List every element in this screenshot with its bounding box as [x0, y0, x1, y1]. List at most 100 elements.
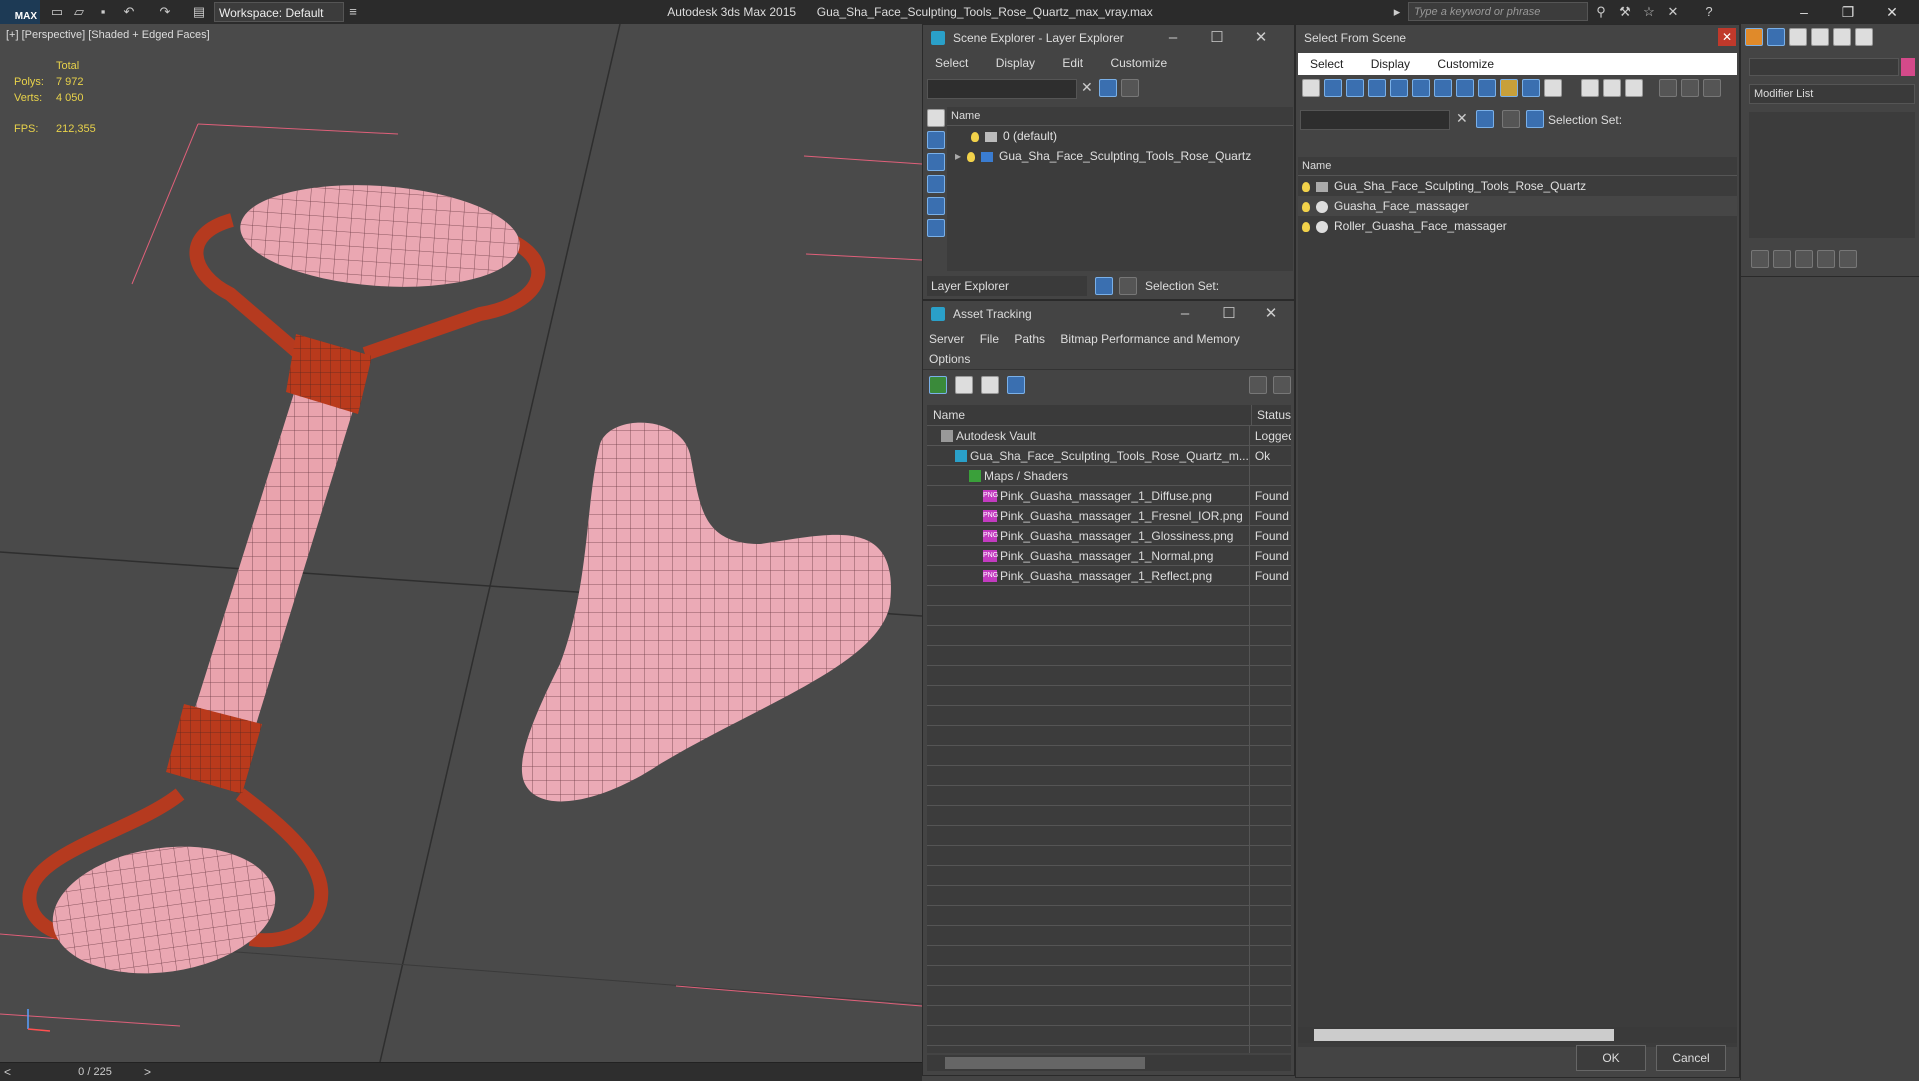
menu-customize[interactable]: Customize: [1110, 56, 1167, 70]
object-list-header[interactable]: Name: [1298, 157, 1737, 176]
asset-hscrollbar[interactable]: [927, 1055, 1291, 1071]
layers-icon[interactable]: [1502, 110, 1520, 128]
ok-button[interactable]: OK: [1576, 1045, 1646, 1071]
menu-bitmap-performance[interactable]: Bitmap Performance and Memory: [1060, 332, 1239, 346]
asset-tracking-maximize-button[interactable]: ☐: [1207, 301, 1251, 327]
modifier-list-dropdown[interactable]: Modifier List: [1749, 84, 1915, 104]
scene-explorer-maximize-button[interactable]: ☐: [1195, 25, 1239, 51]
search-arrow-icon[interactable]: ▸: [1388, 3, 1406, 21]
select-all-icon[interactable]: [1581, 79, 1600, 97]
scene-explorer-search-input[interactable]: [927, 79, 1077, 99]
menu-edit[interactable]: Edit: [1062, 56, 1083, 70]
context-help-icon[interactable]: [1273, 376, 1291, 394]
asset-row[interactable]: PNG Pink_Guasha_massager_1_Fresnel_IOR.pn…: [927, 505, 1291, 526]
lightbulb-icon[interactable]: [1302, 221, 1310, 232]
layer-tool-icon[interactable]: [1121, 79, 1139, 97]
filter-icon[interactable]: [1476, 110, 1494, 128]
table-view-icon[interactable]: [1007, 376, 1025, 394]
asset-row[interactable]: Gua_Sha_Face_Sculpting_Tools_Rose_Quartz…: [927, 445, 1291, 466]
filter-icon[interactable]: [1099, 79, 1117, 97]
show-end-result-icon[interactable]: [1773, 250, 1791, 268]
explorer-type-dropdown[interactable]: Layer Explorer: [927, 276, 1087, 296]
lightbulb-icon[interactable]: [967, 151, 976, 162]
layer-manager-icon[interactable]: [1095, 277, 1113, 295]
timeline-next-button[interactable]: >: [144, 1063, 151, 1081]
lightbulb-icon[interactable]: [1302, 201, 1310, 212]
menu-display[interactable]: Display: [996, 56, 1035, 70]
side-spacewarps-icon[interactable]: [927, 219, 945, 237]
configure-sets-icon[interactable]: [1839, 250, 1857, 268]
undo-icon[interactable]: ↶: [120, 3, 138, 21]
expand-arrow-icon[interactable]: ▸: [955, 149, 961, 163]
project-folder-icon[interactable]: ▤: [190, 3, 208, 21]
asset-row[interactable]: PNG Pink_Guasha_massager_1_Glossiness.png…: [927, 525, 1291, 546]
app-logo[interactable]: MAX: [0, 0, 40, 24]
tools-icon[interactable]: ⚒: [1616, 3, 1634, 21]
object-name-field[interactable]: [1749, 58, 1899, 76]
menu-display[interactable]: Display: [1371, 57, 1410, 71]
scene-explorer-minimize-button[interactable]: –: [1151, 25, 1195, 51]
col-name[interactable]: Name: [933, 405, 965, 425]
side-shapes-icon[interactable]: [927, 131, 945, 149]
hierarchy-icon[interactable]: [1526, 110, 1544, 128]
object-row-roller[interactable]: Roller_Guasha_Face_massager: [1298, 216, 1737, 236]
help-icon[interactable]: ?: [1700, 3, 1718, 21]
frame-counter[interactable]: 0 / 225: [40, 1063, 150, 1081]
object-row-guasha[interactable]: Guasha_Face_massager: [1298, 196, 1737, 216]
asset-row[interactable]: Autodesk Vault Logged: [927, 426, 1291, 446]
filter-geometry-icon[interactable]: [1302, 79, 1320, 97]
collapse-icon[interactable]: [1702, 79, 1721, 97]
filter-frozen-icon[interactable]: [1522, 79, 1540, 97]
asset-row[interactable]: PNG Pink_Guasha_massager_1_Normal.png Foun…: [927, 545, 1291, 566]
timeline-prev-button[interactable]: <: [4, 1063, 11, 1081]
binoculars-icon[interactable]: ⚲: [1592, 3, 1610, 21]
scene-explorer-close-button[interactable]: ✕: [1239, 25, 1283, 51]
asset-row[interactable]: Maps / Shaders: [927, 465, 1291, 486]
layer-row-gua-sha[interactable]: ▸ Gua_Sha_Face_Sculpting_Tools_Rose_Quart…: [947, 146, 1293, 166]
clear-search-icon[interactable]: ✕: [1081, 79, 1093, 96]
lightbulb-icon[interactable]: [1302, 181, 1310, 192]
asset-tracking-close-button[interactable]: ✕: [1249, 301, 1293, 327]
side-lights-icon[interactable]: [927, 153, 945, 171]
asset-row[interactable]: PNG Pink_Guasha_massager_1_Reflect.png Fou…: [927, 565, 1291, 586]
modifier-stack[interactable]: [1749, 112, 1915, 238]
perspective-viewport[interactable]: [+] [Perspective] [Shaded + Edged Faces]…: [0, 24, 922, 1062]
new-file-icon[interactable]: ▭: [48, 3, 66, 21]
hierarchy-icon[interactable]: [1119, 277, 1137, 295]
hierarchy-tab-icon[interactable]: [1789, 28, 1807, 46]
clear-search-icon[interactable]: ✕: [1456, 110, 1468, 127]
make-unique-icon[interactable]: [1795, 250, 1813, 268]
workspace-menu-icon[interactable]: ≡: [344, 3, 362, 21]
object-list-scroll-thumb[interactable]: [1314, 1029, 1614, 1041]
help-icon[interactable]: [1249, 376, 1267, 394]
menu-file[interactable]: File: [980, 332, 999, 346]
menu-paths[interactable]: Paths: [1014, 332, 1045, 346]
object-color-swatch[interactable]: [1901, 58, 1915, 76]
viewport-label[interactable]: [+] [Perspective] [Shaded + Edged Faces]: [6, 29, 210, 41]
asset-row[interactable]: PNG Pink_Guasha_massager_1_Diffuse.png Fou…: [927, 485, 1291, 506]
filter-cameras-icon[interactable]: [1368, 79, 1386, 97]
asset-scroll-thumb[interactable]: [945, 1057, 1145, 1069]
asset-tracking-minimize-button[interactable]: –: [1163, 301, 1207, 327]
save-icon[interactable]: ▪: [94, 3, 112, 21]
select-from-scene-header[interactable]: Select From Scene: [1296, 25, 1739, 51]
minimize-button[interactable]: –: [1784, 0, 1824, 24]
create-tab-icon[interactable]: [1745, 28, 1763, 46]
list-view-icon[interactable]: [955, 376, 973, 394]
menu-server[interactable]: Server: [929, 332, 964, 346]
filter-containers-icon[interactable]: [1500, 79, 1518, 97]
cancel-button[interactable]: Cancel: [1656, 1045, 1726, 1071]
col-status[interactable]: Status: [1251, 405, 1291, 425]
layer-list-header[interactable]: Name: [947, 107, 1293, 126]
utilities-tab-icon[interactable]: [1855, 28, 1873, 46]
side-cameras-icon[interactable]: [927, 175, 945, 193]
filter-spacewarps-icon[interactable]: [1412, 79, 1430, 97]
object-row-container[interactable]: Gua_Sha_Face_Sculpting_Tools_Rose_Quartz: [1298, 176, 1737, 196]
menu-select[interactable]: Select: [935, 56, 968, 70]
pin-stack-icon[interactable]: [1751, 250, 1769, 268]
layer-row-default[interactable]: 0 (default): [947, 126, 1293, 146]
filter-hidden-icon[interactable]: [1544, 79, 1562, 97]
motion-tab-icon[interactable]: [1811, 28, 1829, 46]
filter-shapes-icon[interactable]: [1324, 79, 1342, 97]
open-file-icon[interactable]: ▱: [70, 3, 88, 21]
